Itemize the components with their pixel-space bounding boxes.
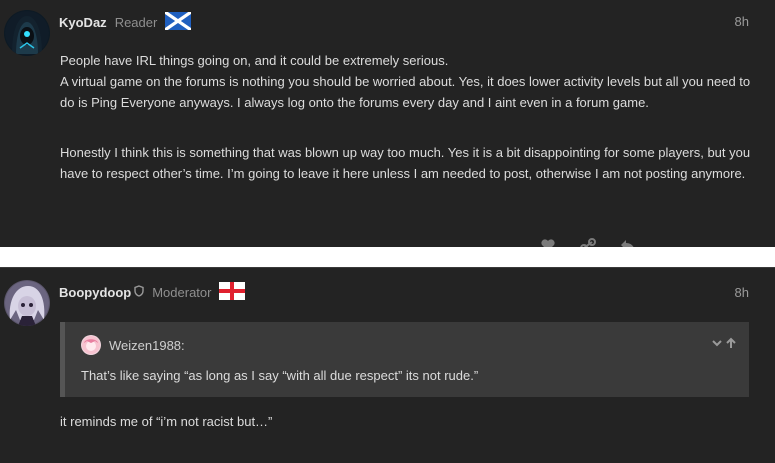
post-paragraph: People have IRL things going on, and it …	[60, 50, 760, 113]
post-line: Honestly I think this is something that …	[60, 145, 751, 181]
avatar-boopydoop[interactable]	[4, 280, 50, 326]
post-line: People have IRL things going on, and it …	[60, 53, 449, 68]
post-meta: KyoDaz Reader	[59, 10, 193, 33]
quote-block: Weizen1988: That’s like saying “as long …	[60, 322, 749, 397]
user-title: Moderator	[152, 284, 212, 300]
username[interactable]: KyoDaz	[59, 15, 107, 30]
topic-page: KyoDaz Reader 8h People have IRL things …	[0, 0, 775, 463]
arrow-up-icon[interactable]	[725, 336, 737, 354]
post-paragraph: Honestly I think this is something that …	[60, 142, 760, 184]
scotland-flag-icon	[164, 10, 193, 33]
avatar-kyodaz[interactable]	[4, 10, 50, 56]
user-title: Reader	[114, 14, 158, 30]
post-text: it reminds me of “i’m not racist but…”	[60, 414, 273, 429]
heart-icon[interactable]	[540, 238, 556, 247]
england-flag-icon	[219, 281, 246, 303]
quote-text: That’s like saying “as long as I say “wi…	[81, 368, 479, 383]
white-divider-band	[0, 247, 775, 267]
reply-icon[interactable]	[620, 238, 636, 247]
moderator-shield-icon	[134, 284, 144, 300]
post-line: A virtual game on the forums is nothing …	[60, 74, 751, 110]
link-icon[interactable]	[580, 238, 596, 247]
quote-header: Weizen1988:	[81, 335, 185, 355]
quote-avatar[interactable]	[81, 335, 101, 355]
chevron-down-icon[interactable]	[711, 336, 723, 354]
username[interactable]: Boopydoop	[59, 285, 131, 300]
post-actions	[540, 238, 636, 247]
post-boopydoop: Boopydoop Moderator 8h Weizen1988: That’…	[0, 268, 775, 463]
post-meta: Boopydoop Moderator	[59, 281, 246, 303]
quote-controls	[711, 336, 737, 354]
quote-author[interactable]: Weizen1988:	[109, 338, 185, 353]
post-time[interactable]: 8h	[735, 285, 749, 300]
post-time[interactable]: 8h	[735, 14, 749, 29]
post-kyodaz: KyoDaz Reader 8h People have IRL things …	[0, 0, 775, 247]
